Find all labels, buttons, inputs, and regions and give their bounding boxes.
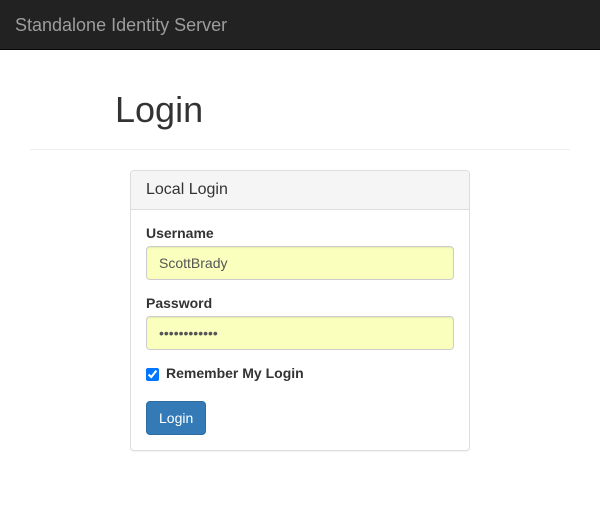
username-input[interactable] [146,246,454,280]
local-login-panel: Local Login Username Password Remember M… [130,170,470,451]
panel-body: Username Password Remember My Login [131,210,469,450]
panel-heading: Local Login [131,171,469,210]
main-container: Login Local Login Username Password [15,90,585,451]
navbar: Standalone Identity Server [0,0,600,50]
remember-checkbox[interactable] [146,368,159,381]
page-title: Login [115,90,485,130]
remember-group: Remember My Login [146,365,454,386]
login-button[interactable]: Login [146,401,206,435]
password-label: Password [146,295,212,311]
page-header: Login [30,90,570,150]
username-label: Username [146,225,214,241]
remember-label-wrapper[interactable]: Remember My Login [146,365,304,381]
username-group: Username [146,225,454,280]
password-input[interactable] [146,316,454,350]
remember-label: Remember My Login [166,365,304,381]
password-group: Password [146,295,454,350]
navbar-brand[interactable]: Standalone Identity Server [15,15,227,35]
